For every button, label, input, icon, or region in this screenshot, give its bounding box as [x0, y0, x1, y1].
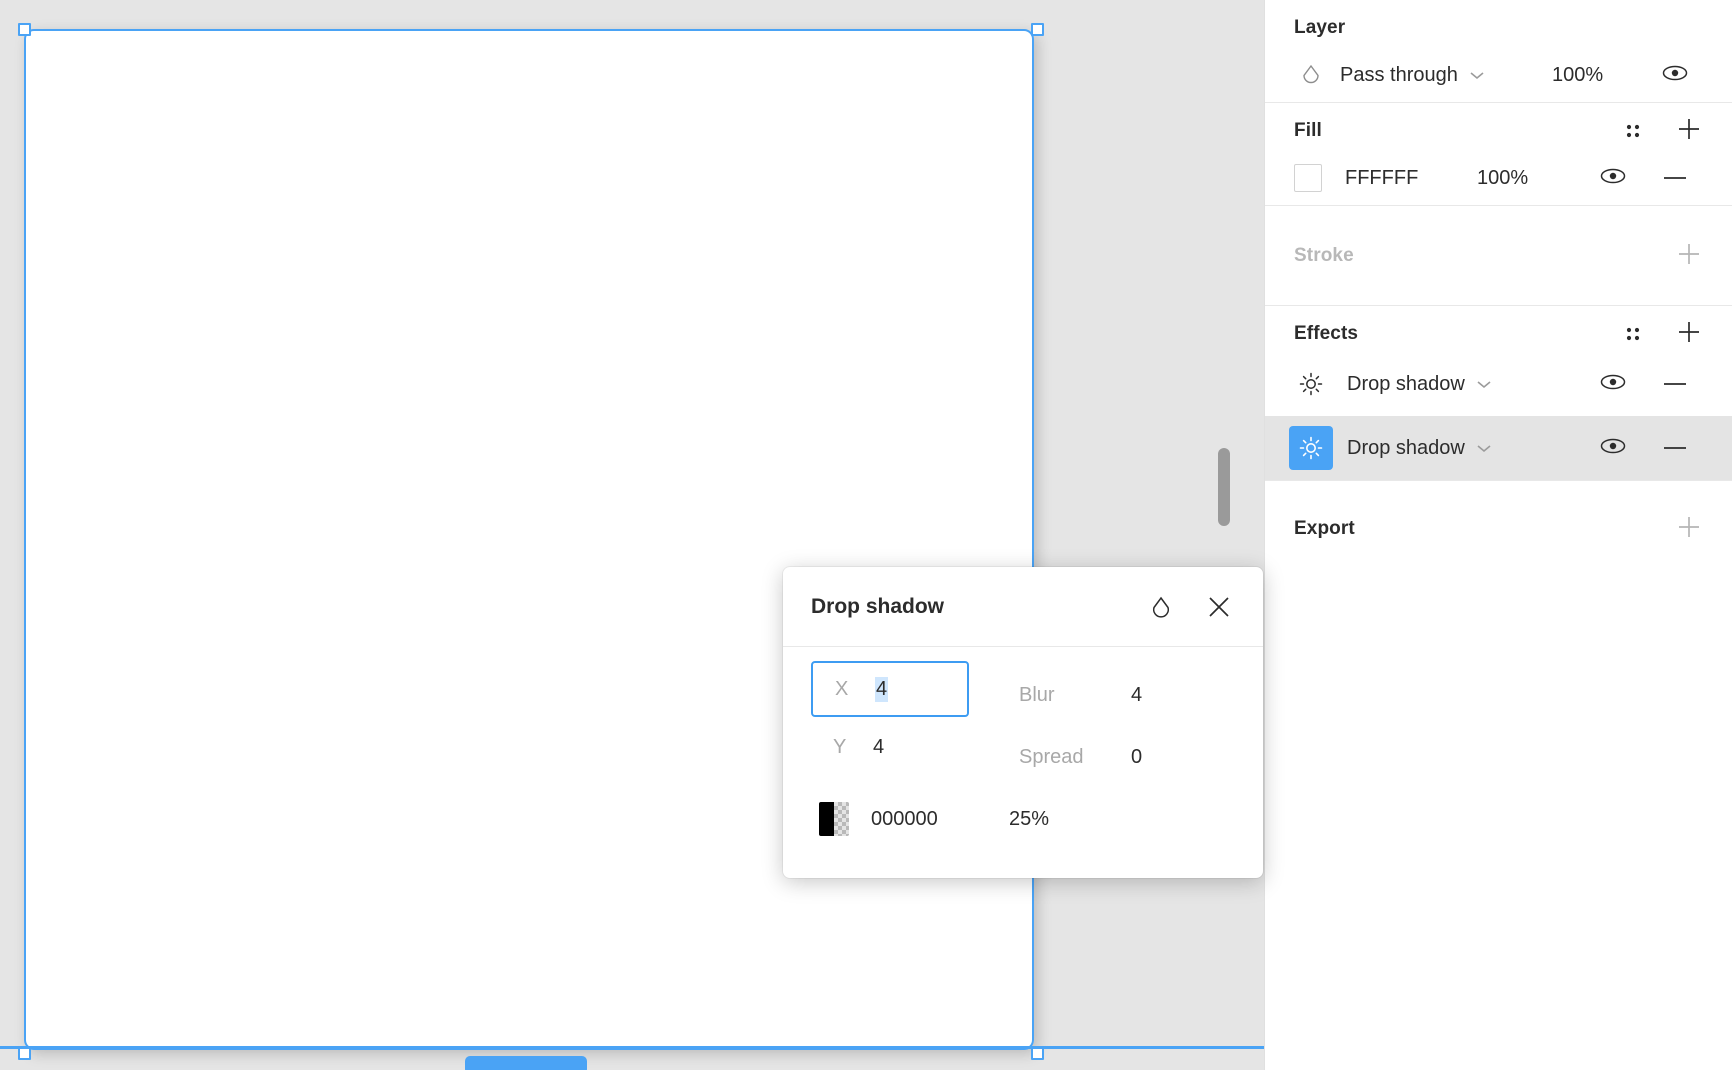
offset-fields: X 4 Y 4: [783, 661, 1003, 787]
eye-icon: [1599, 437, 1627, 460]
canvas-scrollbar[interactable]: [1218, 0, 1248, 1070]
minus-icon: [1662, 375, 1688, 393]
minus-icon: [1662, 169, 1688, 187]
canvas-scrollbar-thumb[interactable]: [1218, 448, 1230, 526]
blur-spread-fields: Blur 4 Spread 0: [1003, 661, 1142, 787]
layer-visibility-toggle[interactable]: [1644, 64, 1706, 87]
spread-label: Spread: [1019, 745, 1084, 768]
x-offset-input[interactable]: X 4: [811, 661, 969, 717]
drop-shadow-dialog[interactable]: Drop shadow X 4 Y 4 Blur 4 Spread 0 0000…: [783, 567, 1263, 878]
spread-input[interactable]: Spread 0: [1003, 727, 1142, 787]
shadow-color-hex[interactable]: 000000: [871, 808, 1009, 831]
droplet-icon[interactable]: [1139, 585, 1183, 629]
grid-dots-icon[interactable]: [1616, 114, 1650, 148]
x-offset-value[interactable]: 4: [875, 676, 889, 702]
properties-panel: Layer Pass through 100% Fill FFFFFF 100%…: [1264, 0, 1732, 1070]
y-offset-label: Y: [833, 735, 847, 758]
remove-effect-button[interactable]: [1644, 375, 1706, 393]
droplet-icon: [1294, 64, 1328, 86]
selected-frame[interactable]: [24, 29, 1034, 1050]
canvas-area[interactable]: [0, 0, 1264, 1070]
figma-editor-window: Layer Pass through 100% Fill FFFFFF 100%…: [0, 0, 1732, 1070]
sun-effect-icon[interactable]: [1289, 362, 1333, 406]
chevron-down-icon[interactable]: [1468, 69, 1486, 81]
shadow-color-swatch[interactable]: [819, 802, 849, 836]
fill-section-title: Fill: [1294, 120, 1322, 141]
add-export-button[interactable]: [1672, 512, 1706, 546]
stroke-section-header: Stroke: [1265, 206, 1732, 306]
export-section-header: Export: [1265, 481, 1732, 577]
stroke-section-title: Stroke: [1294, 245, 1354, 266]
close-icon[interactable]: [1197, 585, 1241, 629]
y-offset-value[interactable]: 4: [873, 736, 884, 759]
export-section: Export: [1265, 481, 1732, 577]
y-offset-input[interactable]: Y 4: [797, 717, 1003, 777]
add-fill-button[interactable]: [1672, 114, 1706, 148]
grid-dots-icon[interactable]: [1616, 317, 1650, 351]
swatch-solid-half: [819, 802, 834, 836]
blur-label: Blur: [1019, 683, 1055, 706]
swatch-transparency-half: [834, 802, 849, 836]
effect-visibility-toggle[interactable]: [1582, 437, 1644, 460]
chevron-down-icon[interactable]: [1475, 378, 1493, 390]
dialog-title: Drop shadow: [811, 594, 945, 618]
plus-icon: [1676, 319, 1702, 350]
canvas-bottom-rule: [0, 1046, 1264, 1049]
blur-value[interactable]: 4: [1131, 684, 1142, 707]
eye-icon: [1599, 373, 1627, 396]
effect-row-drop-shadow-2[interactable]: Drop shadow: [1265, 416, 1732, 480]
effect-visibility-toggle[interactable]: [1582, 373, 1644, 396]
fill-item-row[interactable]: FFFFFF 100%: [1265, 151, 1732, 205]
fill-section: Fill FFFFFF 100%: [1265, 103, 1732, 206]
remove-effect-button[interactable]: [1644, 439, 1706, 457]
fill-color-swatch[interactable]: [1294, 164, 1322, 192]
layer-section: Layer Pass through 100%: [1265, 0, 1732, 103]
stroke-section: Stroke: [1265, 206, 1732, 306]
plus-icon: [1676, 116, 1702, 147]
frame-name-badge[interactable]: [465, 1056, 587, 1070]
layer-blend-row[interactable]: Pass through 100%: [1265, 48, 1732, 102]
minus-icon: [1662, 439, 1688, 457]
shadow-color-opacity[interactable]: 25%: [1009, 808, 1049, 831]
fill-hex-value[interactable]: FFFFFF: [1345, 167, 1477, 190]
remove-fill-button[interactable]: [1644, 169, 1706, 187]
x-offset-label: X: [835, 677, 849, 700]
fill-opacity-value[interactable]: 100%: [1477, 167, 1569, 190]
plus-icon: [1676, 241, 1702, 272]
dialog-body: X 4 Y 4 Blur 4 Spread 0 000000 25%: [783, 647, 1263, 851]
effect-label[interactable]: Drop shadow: [1347, 373, 1465, 396]
blur-input[interactable]: Blur 4: [1003, 663, 1142, 727]
plus-icon: [1676, 514, 1702, 545]
eye-icon: [1599, 167, 1627, 190]
export-section-title: Export: [1294, 518, 1355, 539]
effect-row-drop-shadow-1[interactable]: Drop shadow: [1265, 352, 1732, 416]
shadow-color-row[interactable]: 000000 25%: [783, 787, 1263, 851]
effect-label[interactable]: Drop shadow: [1347, 437, 1465, 460]
effects-section-title: Effects: [1294, 323, 1359, 344]
layer-section-title: Layer: [1294, 17, 1346, 38]
sun-effect-icon[interactable]: [1289, 426, 1333, 470]
add-effect-button[interactable]: [1672, 317, 1706, 351]
chevron-down-icon[interactable]: [1475, 442, 1493, 454]
effects-section: Effects Drop shadow Drop shadow: [1265, 306, 1732, 481]
dialog-header: Drop shadow: [783, 567, 1263, 647]
fill-visibility-toggle[interactable]: [1582, 167, 1644, 190]
spread-value[interactable]: 0: [1131, 746, 1142, 769]
layer-opacity-value[interactable]: 100%: [1552, 64, 1644, 87]
add-stroke-button[interactable]: [1672, 239, 1706, 273]
eye-icon: [1661, 64, 1689, 87]
blend-mode-label[interactable]: Pass through: [1340, 64, 1458, 87]
